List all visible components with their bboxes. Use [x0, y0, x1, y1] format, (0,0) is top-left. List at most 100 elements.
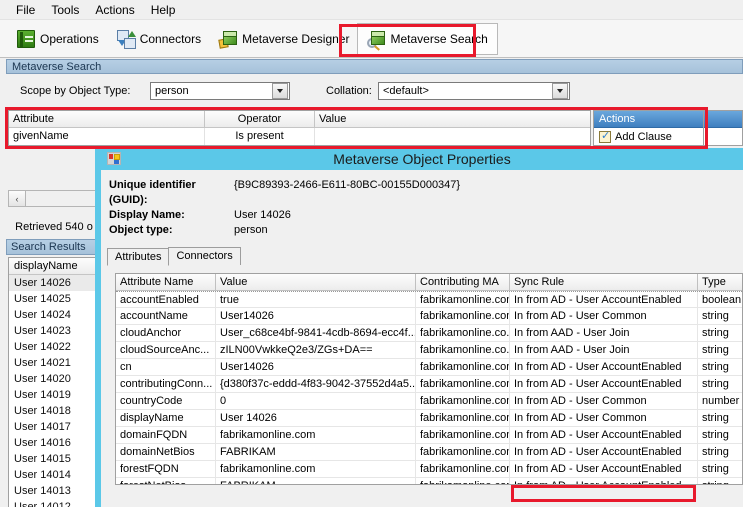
- property-guid-label: Unique identifier (GUID):: [109, 179, 196, 206]
- menu-item-tools[interactable]: Tools: [43, 1, 87, 19]
- cell-value: 0: [216, 393, 416, 409]
- cell-sync-rule: In from AD - User AccountEnabled: [510, 376, 698, 392]
- clause-operator[interactable]: Is present: [205, 128, 315, 145]
- list-item[interactable]: User 14021: [9, 355, 99, 371]
- metaverse-search-icon: [367, 30, 386, 51]
- toolbar-button-connectors[interactable]: Connectors: [108, 24, 210, 54]
- scroll-left-icon[interactable]: ‹: [9, 191, 26, 206]
- cell-attribute-name: forestNetBios: [116, 478, 216, 484]
- column-header-value[interactable]: Value: [216, 274, 416, 290]
- list-item[interactable]: User 14018: [9, 403, 99, 419]
- toolbar-label-metaverse-search: Metaverse Search: [390, 31, 488, 46]
- toolbar-button-metaverse-designer[interactable]: Metaverse Designer: [210, 24, 358, 54]
- metaverse-search-panel-title-text: Metaverse Search: [12, 60, 102, 73]
- cell-type: number: [702, 395, 740, 407]
- cell-value: User_c68ce4bf-9841-4cdb-8694-ecc4f...: [216, 325, 416, 341]
- list-item[interactable]: User 14019: [9, 387, 99, 403]
- chevron-down-icon-collation[interactable]: [552, 83, 568, 99]
- list-item[interactable]: User 14017: [9, 419, 99, 435]
- list-item[interactable]: User 14022: [9, 339, 99, 355]
- add-clause-icon: [599, 129, 611, 143]
- clause-attribute[interactable]: givenName: [9, 128, 205, 145]
- clause-col-operator[interactable]: Operator: [205, 111, 315, 127]
- column-header-contributing-ma[interactable]: Contributing MA: [416, 274, 510, 290]
- cell-contributing-ma: fabrikamonline.com: [416, 292, 510, 307]
- chevron-down-icon[interactable]: [272, 83, 288, 99]
- actions-panel-header: Actions: [594, 111, 703, 128]
- dialog-title-bar[interactable]: Metaverse Object Properties: [101, 148, 743, 170]
- search-clause-grid[interactable]: Attribute Operator Value givenName Is pr…: [8, 110, 591, 146]
- collation-combo[interactable]: <default>: [378, 82, 570, 100]
- metaverse-designer-icon: [218, 30, 238, 49]
- results-horizontal-scrollbar[interactable]: ‹: [8, 190, 100, 207]
- table-row[interactable]: accountEnabled true fabrikamonline.com I…: [116, 291, 742, 308]
- table-row[interactable]: cloudAnchor User_c68ce4bf-9841-4cdb-8694…: [116, 325, 742, 342]
- toolbar-button-metaverse-search[interactable]: Metaverse Search: [357, 22, 498, 55]
- toolbar-button-operations[interactable]: Operations: [8, 24, 108, 54]
- list-item[interactable]: User 14016: [9, 435, 99, 451]
- attributes-grid[interactable]: Attribute Name Value Contributing MA Syn…: [115, 273, 743, 485]
- menu-bar: File Tools Actions Help: [0, 0, 743, 20]
- table-row[interactable]: contributingConn... {d380f37c-eddd-4f83-…: [116, 376, 742, 393]
- table-row[interactable]: accountName User14026 fabrikamonline.com…: [116, 308, 742, 325]
- list-item[interactable]: User 14023: [9, 323, 99, 339]
- clause-col-value[interactable]: Value: [315, 111, 589, 127]
- list-item[interactable]: User 14024: [9, 307, 99, 323]
- property-display-name-label: Display Name:: [109, 209, 185, 221]
- cell-type: string: [702, 446, 729, 458]
- list-item[interactable]: User 14025: [9, 291, 99, 307]
- clause-row[interactable]: givenName Is present: [9, 128, 590, 145]
- list-item[interactable]: User 14026: [9, 275, 99, 291]
- action-add-clause[interactable]: Add Clause: [594, 128, 703, 145]
- cell-contributing-ma: fabrikamonline.co...: [416, 342, 510, 358]
- cell-type: string: [702, 378, 729, 390]
- cell-type: string: [702, 429, 729, 441]
- table-row[interactable]: countryCode 0 fabrikamonline.com In from…: [116, 393, 742, 410]
- column-header-attribute-name[interactable]: Attribute Name: [116, 274, 216, 290]
- table-row[interactable]: cn User14026 fabrikamonline.com In from …: [116, 359, 742, 376]
- search-results-list[interactable]: displayName User 14026 User 14025 User 1…: [8, 257, 100, 507]
- table-row[interactable]: domainFQDN fabrikamonline.com fabrikamon…: [116, 427, 742, 444]
- search-results-column-header[interactable]: displayName: [9, 258, 99, 275]
- cell-type: string: [698, 478, 742, 484]
- table-row[interactable]: forestNetBios FABRIKAM fabrikamonline.co…: [116, 478, 742, 484]
- cell-attribute-name: cloudSourceAnc...: [116, 342, 216, 358]
- attributes-grid-header: Attribute Name Value Contributing MA Syn…: [116, 274, 742, 291]
- tab-connectors[interactable]: Connectors: [168, 247, 241, 265]
- menu-item-help[interactable]: Help: [143, 1, 184, 19]
- list-item[interactable]: User 14012: [9, 499, 99, 507]
- cell-sync-rule: In from AD - User AccountEnabled: [510, 359, 698, 375]
- cell-attribute-name: cloudAnchor: [116, 325, 216, 341]
- menu-item-actions[interactable]: Actions: [87, 1, 142, 19]
- cell-contributing-ma: fabrikamonline.com: [416, 376, 510, 392]
- cell-sync-rule: In from AD - User AccountEnabled: [510, 427, 698, 443]
- cell-type: boolean: [702, 294, 742, 306]
- clause-col-attribute[interactable]: Attribute: [9, 111, 205, 127]
- scope-row: Scope by Object Type: person Collation: …: [6, 78, 743, 104]
- table-row[interactable]: forestFQDN fabrikamonline.com fabrikamon…: [116, 461, 742, 478]
- menu-item-file[interactable]: File: [8, 1, 43, 19]
- cell-type: string: [702, 361, 729, 373]
- cell-contributing-ma: fabrikamonline.com: [416, 461, 510, 477]
- metaverse-object-properties-dialog: Metaverse Object Properties Unique ident…: [95, 148, 743, 507]
- column-header-type[interactable]: Type: [698, 274, 742, 290]
- collation-value: <default>: [383, 85, 429, 97]
- actions-panel: Actions Add Clause: [593, 110, 704, 146]
- column-header-sync-rule[interactable]: Sync Rule: [510, 274, 698, 290]
- table-row[interactable]: cloudSourceAnc... zILN00VwkkeQ2e3/ZGs+DA…: [116, 342, 742, 359]
- tab-attributes[interactable]: Attributes: [107, 248, 170, 266]
- cell-value: User 14026: [216, 410, 416, 426]
- cell-contributing-ma: fabrikamonline.com: [416, 308, 510, 324]
- action-add-clause-label: Add Clause: [615, 130, 672, 143]
- table-row[interactable]: domainNetBios FABRIKAM fabrikamonline.co…: [116, 444, 742, 461]
- list-item[interactable]: User 14015: [9, 451, 99, 467]
- list-item[interactable]: User 14020: [9, 371, 99, 387]
- cell-contributing-ma: fabrikamonline.com: [416, 393, 510, 409]
- list-item[interactable]: User 14013: [9, 483, 99, 499]
- operations-icon: [17, 29, 35, 48]
- list-item[interactable]: User 14014: [9, 467, 99, 483]
- scope-object-type-combo[interactable]: person: [150, 82, 290, 100]
- clause-value[interactable]: [315, 128, 589, 145]
- table-row[interactable]: displayName User 14026 fabrikamonline.co…: [116, 410, 742, 427]
- cell-contributing-ma: fabrikamonline.com: [416, 427, 510, 443]
